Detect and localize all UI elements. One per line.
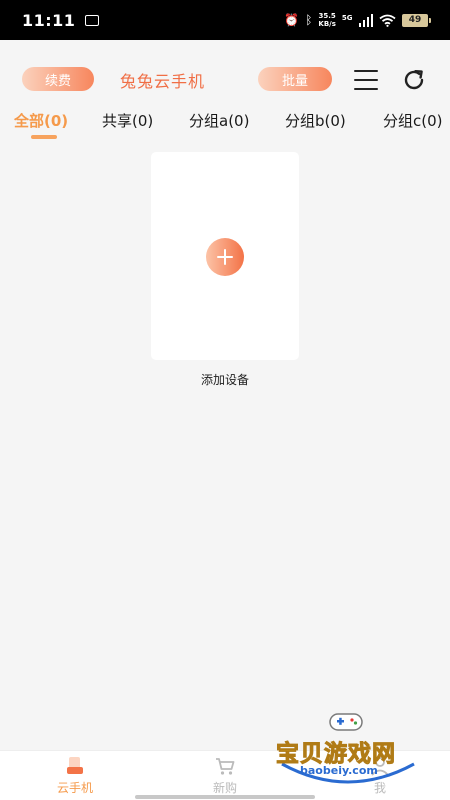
watermark: 宝贝游戏网 baobeiy.com (272, 708, 422, 788)
alarm-icon: ⏰ (284, 13, 300, 27)
gamepad-icon (329, 713, 363, 731)
status-time: 11:11 (22, 10, 76, 30)
tab-all[interactable]: 全部(0) (14, 110, 68, 131)
signal-icon (358, 13, 373, 27)
cloud-phone-icon (67, 757, 83, 774)
status-bar: 11:11 ⏰ ᛒ 35.5 KB/s 5G 49 (0, 0, 450, 40)
nav-new-purchase[interactable]: 新购 (180, 755, 270, 796)
screen: 11:11 ⏰ ᛒ 35.5 KB/s 5G 49 续费 兔兔云手机 批量 全部… (0, 0, 450, 800)
group-tabs: 全部(0) 共享(0) 分组a(0) 分组b(0) 分组c(0) (0, 108, 450, 148)
tab-group-b[interactable]: 分组b(0) (285, 110, 346, 131)
renew-button[interactable]: 续费 (22, 67, 94, 91)
add-device-card[interactable] (151, 152, 299, 360)
menu-icon[interactable] (354, 70, 378, 90)
nav-cloud-phone-label: 云手机 (56, 781, 93, 795)
status-left: 11:11 (22, 10, 100, 30)
battery-icon: 49 (402, 13, 431, 27)
network-type: 5G (341, 14, 353, 22)
net-speed-unit: KB/s (318, 20, 336, 28)
watermark-text: 宝贝游戏网 (276, 741, 396, 768)
status-right: ⏰ ᛒ 35.5 KB/s 5G 49 (284, 12, 431, 28)
nav-cloud-phone[interactable]: 云手机 (30, 755, 120, 796)
tab-shared[interactable]: 共享(0) (102, 110, 153, 131)
home-indicator[interactable] (135, 795, 315, 799)
active-tab-indicator (31, 135, 57, 139)
watermark-url: baobeiy.com (300, 764, 378, 777)
notification-icon (85, 14, 100, 26)
app-title: 兔兔云手机 (120, 72, 206, 91)
app-header: 续费 兔兔云手机 批量 (0, 62, 450, 98)
net-speed-value: 35.5 (318, 12, 336, 20)
add-icon[interactable] (206, 238, 244, 276)
nav-new-purchase-label: 新购 (212, 781, 237, 795)
tab-group-c[interactable]: 分组c(0) (383, 110, 443, 131)
refresh-icon[interactable] (400, 66, 428, 94)
bluetooth-icon: ᛒ (305, 13, 313, 27)
wifi-icon (379, 14, 396, 27)
tab-group-a[interactable]: 分组a(0) (189, 110, 249, 131)
net-speed: 35.5 KB/s (318, 12, 335, 28)
cart-icon (216, 758, 235, 775)
add-device-label: 添加设备 (200, 373, 249, 387)
batch-button[interactable]: 批量 (258, 67, 332, 91)
